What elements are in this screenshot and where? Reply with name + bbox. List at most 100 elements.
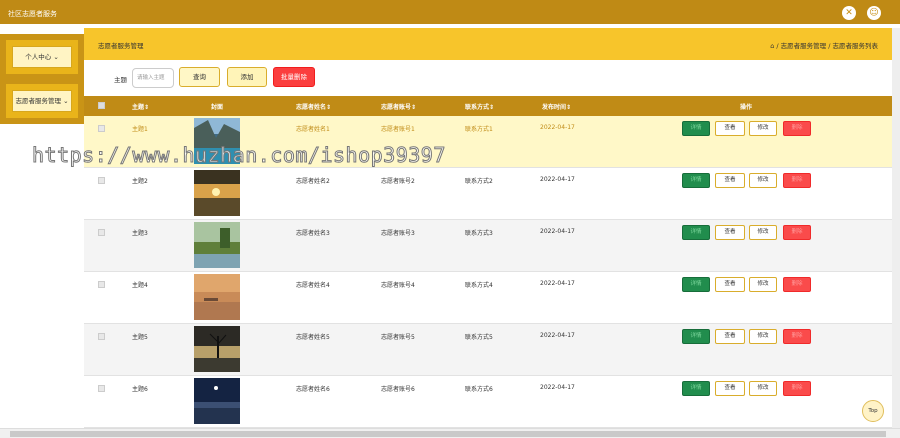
search-bar: 主题 请输入主题 查询 添加 批量删除: [84, 60, 892, 96]
header-operations: 操作: [740, 104, 753, 111]
edit-button[interactable]: 修改: [749, 121, 777, 136]
cell-publish-time: 2022-04-17: [540, 384, 575, 391]
sidebar-item-label[interactable]: 个人中心 ⌄: [12, 46, 72, 68]
view-button[interactable]: 查看: [715, 173, 745, 188]
edit-button[interactable]: 修改: [749, 329, 777, 344]
cell-volunteer-account: 志愿者账号3: [381, 230, 415, 237]
header-volunteer-account[interactable]: 志愿者账号⇕: [381, 102, 416, 111]
cell-publish-time: 2022-04-17: [540, 176, 575, 183]
cell-contact: 联系方式6: [465, 386, 493, 393]
row-checkbox[interactable]: [98, 281, 105, 288]
row-checkbox[interactable]: [98, 385, 105, 392]
row-checkbox[interactable]: [98, 333, 105, 340]
header-cover: 封面: [211, 104, 224, 111]
batch-delete-button[interactable]: 批量删除: [273, 67, 315, 87]
vertical-scrollbar[interactable]: [892, 28, 900, 428]
detail-button[interactable]: 详情: [682, 121, 710, 136]
detail-button[interactable]: 详情: [682, 225, 710, 240]
table-row[interactable]: 主题3 志愿者姓名3 志愿者账号3 联系方式3 2022-04-17 详情 查看…: [84, 220, 892, 272]
cell-volunteer-name: 志愿者姓名4: [296, 282, 330, 289]
main-content: 志愿者服务管理 ⌂ / 志愿者服务管理 / 志愿者服务列表 主题 请输入主题 查…: [84, 28, 892, 428]
detail-button[interactable]: 详情: [682, 277, 710, 292]
cell-contact: 联系方式4: [465, 282, 493, 289]
view-button[interactable]: 查看: [715, 277, 745, 292]
cell-contact: 联系方式1: [465, 126, 493, 133]
cell-subject: 主题1: [132, 126, 148, 133]
view-button[interactable]: 查看: [715, 121, 745, 136]
search-label: 主题: [114, 76, 127, 84]
detail-button[interactable]: 详情: [682, 381, 710, 396]
sidebar-item-personal-center[interactable]: 个人中心 ⌄: [0, 34, 84, 80]
view-button[interactable]: 查看: [715, 225, 745, 240]
cell-subject: 主题4: [132, 282, 148, 289]
header-subject[interactable]: 主题⇕: [132, 102, 149, 111]
cell-volunteer-account: 志愿者账号6: [381, 386, 415, 393]
cell-volunteer-account: 志愿者账号1: [381, 126, 415, 133]
cell-contact: 联系方式2: [465, 178, 493, 185]
table-row[interactable]: 主题6 志愿者姓名6 志愿者账号6 联系方式6 2022-04-17 详情 查看…: [84, 376, 892, 428]
delete-button[interactable]: 删除: [783, 173, 811, 188]
cell-publish-time: 2022-04-17: [540, 332, 575, 339]
cover-thumbnail: [194, 118, 240, 164]
cell-volunteer-account: 志愿者账号2: [381, 178, 415, 185]
sidebar-item-volunteer-service[interactable]: 志愿者服务管理 ⌄: [0, 78, 84, 124]
breadcrumb[interactable]: ⌂ / 志愿者服务管理 / 志愿者服务列表: [770, 40, 878, 50]
app-title: 社区志愿者服务: [8, 10, 57, 18]
delete-button[interactable]: 删除: [783, 277, 811, 292]
cover-thumbnail: [194, 326, 240, 372]
delete-button[interactable]: 删除: [783, 225, 811, 240]
cell-volunteer-name: 志愿者姓名1: [296, 126, 330, 133]
user-icon[interactable]: ☺: [867, 6, 881, 20]
cell-contact: 联系方式3: [465, 230, 493, 237]
cell-volunteer-name: 志愿者姓名2: [296, 178, 330, 185]
cell-subject: 主题6: [132, 386, 148, 393]
search-input[interactable]: 请输入主题: [132, 68, 174, 88]
scrollbar-thumb[interactable]: [10, 431, 886, 437]
detail-button[interactable]: 详情: [682, 329, 710, 344]
view-button[interactable]: 查看: [715, 381, 745, 396]
header-volunteer-name[interactable]: 志愿者姓名⇕: [296, 102, 331, 111]
back-to-top-button[interactable]: Top: [862, 400, 884, 422]
cell-contact: 联系方式5: [465, 334, 493, 341]
row-checkbox[interactable]: [98, 125, 105, 132]
table-row[interactable]: 主题5 志愿者姓名5 志愿者账号5 联系方式5 2022-04-17 详情 查看…: [84, 324, 892, 376]
select-all-checkbox[interactable]: [98, 102, 105, 109]
delete-button[interactable]: 删除: [783, 329, 811, 344]
cell-subject: 主题5: [132, 334, 148, 341]
row-checkbox[interactable]: [98, 229, 105, 236]
view-button[interactable]: 查看: [715, 329, 745, 344]
cell-subject: 主题3: [132, 230, 148, 237]
add-button[interactable]: 添加: [227, 67, 267, 87]
sidebar: 个人中心 ⌄ 志愿者服务管理 ⌄: [0, 28, 84, 428]
top-bar: 社区志愿者服务 ✕ ☺: [0, 0, 900, 26]
cell-volunteer-name: 志愿者姓名6: [296, 386, 330, 393]
detail-button[interactable]: 详情: [682, 173, 710, 188]
page-title: 志愿者服务管理: [98, 42, 144, 50]
cell-volunteer-account: 志愿者账号4: [381, 282, 415, 289]
row-checkbox[interactable]: [98, 177, 105, 184]
horizontal-scrollbar[interactable]: [0, 428, 900, 438]
header-contact[interactable]: 联系方式⇕: [465, 102, 494, 111]
query-button[interactable]: 查询: [179, 67, 220, 87]
cell-volunteer-name: 志愿者姓名5: [296, 334, 330, 341]
table-row[interactable]: 主题4 志愿者姓名4 志愿者账号4 联系方式4 2022-04-17 详情 查看…: [84, 272, 892, 324]
edit-button[interactable]: 修改: [749, 173, 777, 188]
cover-thumbnail: [194, 222, 240, 268]
table-row[interactable]: 主题2 志愿者姓名2 志愿者账号2 联系方式2 2022-04-17 详情 查看…: [84, 168, 892, 220]
delete-button[interactable]: 删除: [783, 381, 811, 396]
cover-thumbnail: [194, 378, 240, 424]
table-header: 主题⇕ 封面 志愿者姓名⇕ 志愿者账号⇕ 联系方式⇕ 发布时间⇕ 操作: [84, 96, 892, 116]
settings-icon[interactable]: ✕: [842, 6, 856, 20]
sidebar-item-label[interactable]: 志愿者服务管理 ⌄: [12, 90, 72, 112]
table-row[interactable]: 主题1 志愿者姓名1 志愿者账号1 联系方式1 2022-04-17 详情 查看…: [84, 116, 892, 168]
edit-button[interactable]: 修改: [749, 381, 777, 396]
cell-volunteer-account: 志愿者账号5: [381, 334, 415, 341]
cover-thumbnail: [194, 274, 240, 320]
edit-button[interactable]: 修改: [749, 277, 777, 292]
cover-thumbnail: [194, 170, 240, 216]
header-publish-time[interactable]: 发布时间⇕: [542, 102, 571, 111]
delete-button[interactable]: 删除: [783, 121, 811, 136]
cell-volunteer-name: 志愿者姓名3: [296, 230, 330, 237]
cell-publish-time: 2022-04-17: [540, 124, 575, 131]
edit-button[interactable]: 修改: [749, 225, 777, 240]
